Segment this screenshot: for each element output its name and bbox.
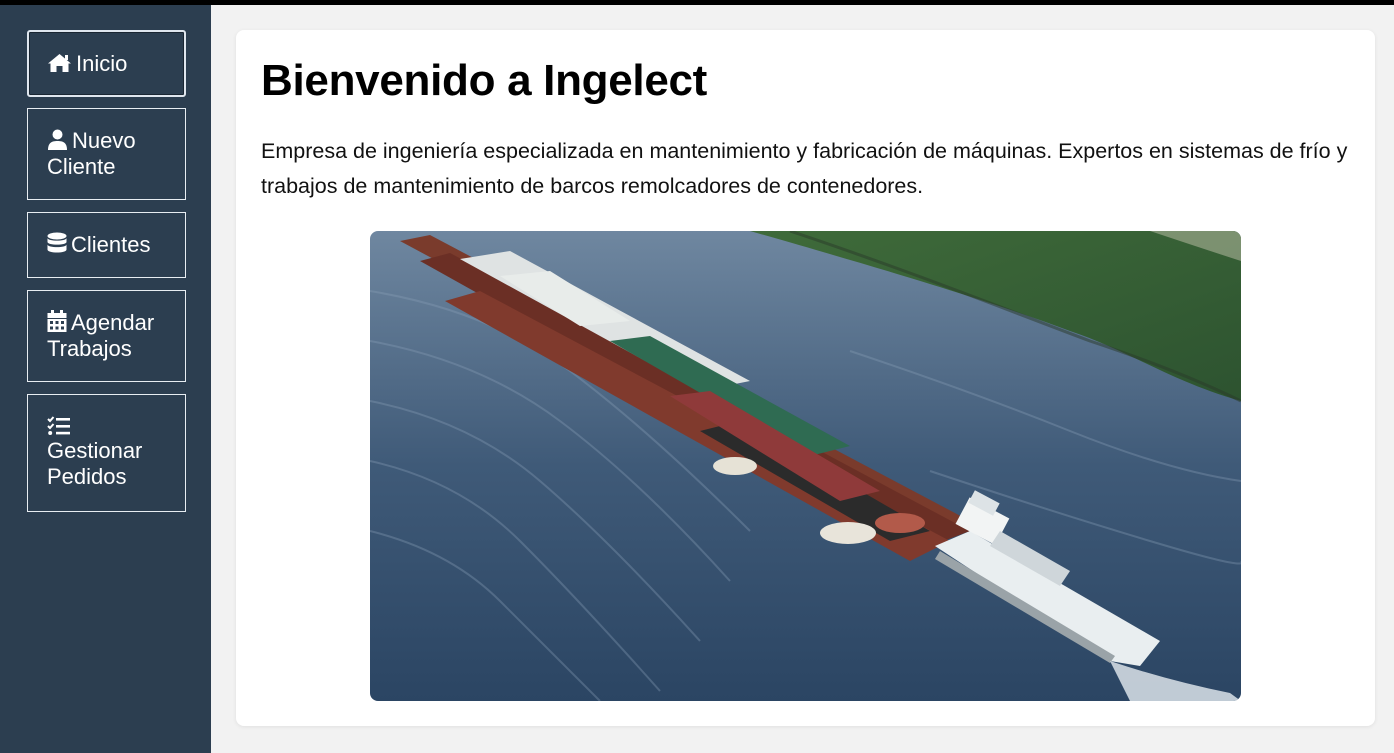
sidebar-item-content: Inicio — [47, 51, 166, 77]
sidebar-item-label: Inicio — [76, 50, 128, 76]
sidebar-item-clientes[interactable]: Clientes — [27, 212, 186, 278]
user-icon — [47, 129, 68, 150]
sidebar-item-nuevo-cliente[interactable]: Nuevo Cliente — [27, 108, 186, 200]
sidebar-item-agendar-trabajos[interactable]: Agendar Trabajos — [27, 290, 186, 382]
calendar-icon — [47, 310, 67, 332]
sidebar: Inicio Nuevo Cliente Clientes Agendar Tr… — [0, 5, 211, 753]
sidebar-item-content: Agendar Trabajos — [47, 310, 166, 362]
towboat-photo — [370, 231, 1241, 701]
main-card: Bienvenido a Ingelect Empresa de ingenie… — [236, 30, 1375, 726]
sidebar-item-content: Gestionar Pedidos — [47, 416, 166, 490]
home-icon — [47, 53, 72, 73]
sidebar-item-label: Gestionar Pedidos — [47, 438, 143, 489]
company-description: Empresa de ingeniería especializada en m… — [261, 139, 1348, 198]
page-title: Bienvenido a Ingelect — [261, 56, 708, 105]
sidebar-item-gestionar-pedidos[interactable]: Gestionar Pedidos — [27, 394, 186, 512]
sidebar-item-content: Clientes — [47, 232, 166, 258]
sidebar-item-label: Clientes — [71, 232, 151, 257]
tasks-list-icon — [47, 416, 162, 436]
database-icon — [47, 232, 67, 254]
sidebar-item-content: Nuevo Cliente — [47, 128, 166, 180]
sidebar-item-inicio[interactable]: Inicio — [27, 30, 186, 97]
